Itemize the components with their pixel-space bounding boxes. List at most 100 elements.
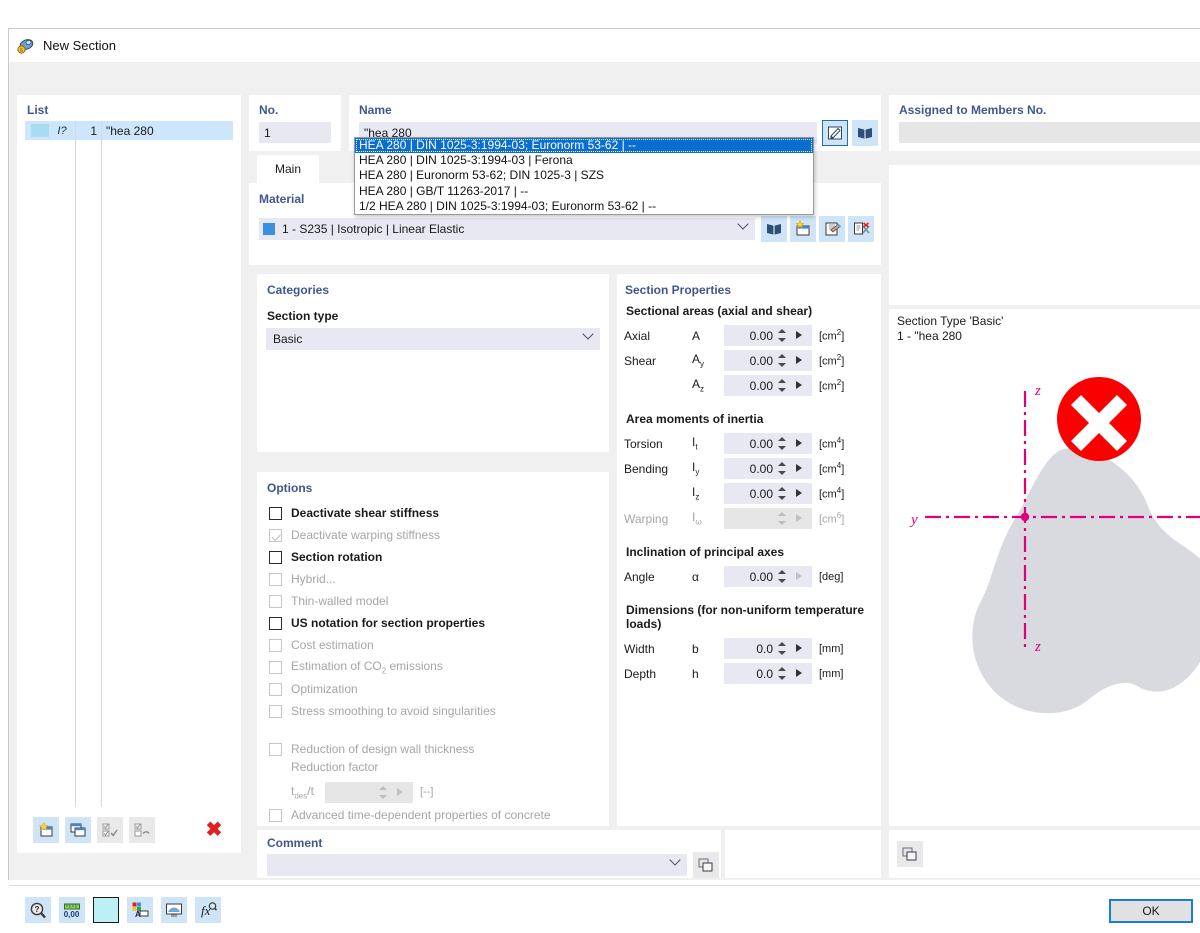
formula-button[interactable]: fx [195, 897, 221, 923]
expand-icon[interactable] [793, 638, 807, 659]
view-button[interactable] [161, 897, 187, 923]
property-value: 0.00 [749, 486, 773, 501]
uncheck-all-button[interactable] [129, 817, 155, 843]
expand-icon [793, 508, 807, 529]
property-row: Width b 0.0 [mm] [624, 636, 877, 661]
material-edit-button[interactable] [819, 216, 845, 242]
option-row-3: Hybrid... [269, 568, 601, 590]
property-input[interactable]: 0.00 [724, 325, 812, 346]
material-delete-button[interactable] [848, 216, 874, 242]
color-button[interactable] [93, 897, 119, 923]
property-row: Depth h 0.0 [mm] [624, 661, 877, 686]
dialog-titlebar: 6 New Section [9, 29, 1200, 62]
material-combo[interactable]: 1 - S235 | Isotropic | Linear Elastic [259, 218, 755, 240]
checkbox-icon[interactable] [269, 506, 282, 520]
svg-text:?: ? [35, 905, 40, 914]
property-input[interactable]: 0.00 [724, 566, 812, 587]
chevron-down-icon [582, 328, 594, 340]
categories-panel: Categories Section type Basic [257, 274, 609, 452]
section-preview-panel: Section Type 'Basic' 1 - "hea 280 z z y [889, 309, 1200, 826]
spinner-icon[interactable] [773, 638, 793, 659]
reduction-factor-unit: [--] [420, 786, 434, 798]
new-section-button[interactable] [33, 817, 59, 843]
expand-icon[interactable] [793, 483, 807, 504]
name-dropdown-item[interactable]: 1/2 HEA 280 | DIN 1025-3:1994-03; Eurono… [355, 199, 813, 214]
reduction-checkbox-label: Reduction of design wall thickness [291, 742, 475, 756]
spinner-icon[interactable] [773, 433, 793, 454]
name-dropdown-item[interactable]: HEA 280 | DIN 1025-3:1994-03 | Ferona [355, 153, 813, 168]
check-all-button[interactable] [97, 817, 123, 843]
option-row-5[interactable]: US notation for section properties [269, 612, 601, 634]
expand-icon[interactable] [793, 325, 807, 346]
name-edit-button[interactable] [822, 120, 848, 146]
preview-view-button[interactable] [897, 841, 923, 867]
copy-section-button[interactable] [65, 817, 91, 843]
spinner-icon[interactable] [773, 375, 793, 396]
property-symbol: α [692, 569, 699, 584]
spinner-icon[interactable] [773, 483, 793, 504]
ok-button[interactable]: OK [1109, 899, 1193, 923]
property-symbol: Az [692, 377, 705, 394]
property-symbol: Ay [692, 352, 705, 369]
comment-copy-button[interactable] [693, 852, 719, 878]
svg-text:z: z [1034, 383, 1041, 399]
name-dropdown-item[interactable]: HEA 280 | DIN 1025-3:1994-03; Euronorm 5… [355, 138, 813, 154]
delete-section-button[interactable]: ✖ [201, 817, 227, 843]
name-dropdown-item[interactable]: HEA 280 | Euronorm 53-62; DIN 1025-3 | S… [355, 168, 813, 183]
property-label: Width [624, 641, 655, 656]
property-label: Depth [624, 666, 657, 681]
section-preview-graphic[interactable]: z z y [889, 369, 1200, 819]
help-button[interactable]: ? [25, 897, 51, 923]
expand-icon[interactable] [793, 663, 807, 684]
section-list-panel: List I? 1 "hea 280 ✖ [17, 95, 241, 853]
expand-icon[interactable] [793, 350, 807, 371]
option-row-2[interactable]: Section rotation [269, 546, 601, 568]
checkbox-icon[interactable] [269, 616, 282, 630]
property-value: 0.00 [749, 569, 773, 584]
spinner-icon[interactable] [773, 566, 793, 587]
spinner-icon[interactable] [773, 458, 793, 479]
assigned-input[interactable] [899, 122, 1200, 143]
reduction-factor-label: Reduction factor [291, 760, 379, 774]
preview-type-line: Section Type 'Basic' [897, 314, 1004, 328]
property-unit: [cm4] [819, 461, 845, 476]
dialog-title: New Section [43, 38, 116, 53]
spinner-icon[interactable] [773, 325, 793, 346]
section-type-combo[interactable]: Basic [266, 328, 600, 350]
spinner-icon[interactable] [773, 663, 793, 684]
units-button[interactable]: 0,00 [59, 897, 85, 923]
expand-icon[interactable] [793, 458, 807, 479]
expand-icon[interactable] [793, 433, 807, 454]
property-unit: [cm2] [819, 378, 845, 393]
spinner-icon [773, 508, 793, 529]
checkbox-icon [269, 528, 282, 542]
option-row-0[interactable]: Deactivate shear stiffness [269, 502, 601, 524]
list-item[interactable]: I? 1 "hea 280 [25, 121, 233, 140]
checkbox-icon[interactable] [269, 550, 282, 564]
property-input[interactable]: 0.0 [724, 638, 812, 659]
property-group-heading: Dimensions (for non-uniform temperature … [626, 603, 865, 631]
assigned-members-list[interactable] [889, 165, 1200, 305]
expand-icon[interactable] [793, 375, 807, 396]
property-input[interactable]: 0.00 [724, 458, 812, 479]
material-new-button[interactable] [790, 216, 816, 242]
property-input[interactable]: 0.00 [724, 483, 812, 504]
number-input[interactable]: 1 [259, 122, 331, 143]
tab-main[interactable]: Main [257, 155, 320, 183]
display-properties-button[interactable]: A [127, 897, 153, 923]
property-symbol: It [692, 435, 698, 452]
spinner-icon[interactable] [773, 350, 793, 371]
bottom-toolbar: ? 0,00 A fx [25, 897, 221, 923]
comment-combo[interactable] [267, 854, 687, 876]
property-row: Torsion It 0.00 [cm4] [624, 431, 877, 456]
name-dropdown-list[interactable]: HEA 280 | DIN 1025-3:1994-03; Euronorm 5… [354, 137, 814, 216]
property-input[interactable]: 0.00 [724, 433, 812, 454]
name-library-button[interactable] [852, 120, 878, 146]
property-label: Bending [624, 461, 669, 476]
property-input[interactable]: 0.00 [724, 375, 812, 396]
property-group-heading: Inclination of principal axes [626, 545, 785, 559]
material-library-button[interactable] [761, 216, 787, 242]
name-dropdown-item[interactable]: HEA 280 | GB/T 11263-2017 | -- [355, 184, 813, 199]
property-input[interactable]: 0.00 [724, 350, 812, 371]
property-input[interactable]: 0.0 [724, 663, 812, 684]
